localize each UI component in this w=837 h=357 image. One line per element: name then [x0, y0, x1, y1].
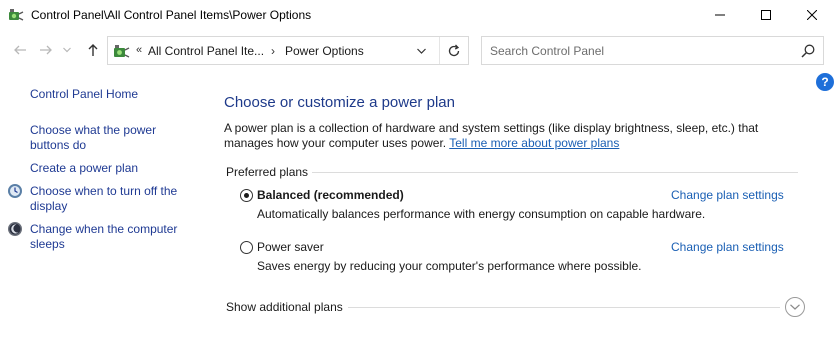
forward-button[interactable]	[37, 42, 55, 58]
refresh-icon	[448, 44, 460, 57]
forward-arrow-icon	[40, 45, 52, 55]
maximize-icon	[761, 10, 771, 20]
change-plan-settings-link[interactable]: Change plan settings	[671, 240, 784, 254]
display-off-link[interactable]: Choose when to turn off the display	[30, 184, 195, 214]
balanced-radio[interactable]	[240, 189, 253, 202]
address-bar[interactable]: « All Control Panel Ite... › Power Optio…	[107, 36, 469, 65]
breadcrumb-power-options[interactable]: Power Options	[285, 44, 364, 58]
minimize-button[interactable]	[697, 0, 743, 30]
close-icon	[807, 10, 817, 20]
plan-description: Automatically balances performance with …	[257, 207, 706, 221]
change-plan-settings-link[interactable]: Change plan settings	[671, 188, 784, 202]
power-saver-radio[interactable]	[240, 241, 253, 254]
search-input[interactable]	[490, 43, 790, 59]
refresh-button[interactable]	[445, 42, 463, 60]
control-panel-icon	[114, 45, 130, 58]
page-description: A power plan is a collection of hardware…	[224, 121, 794, 151]
back-arrow-icon	[14, 45, 26, 55]
monitor-clock-icon	[8, 184, 22, 198]
plan-name[interactable]: Balanced (recommended)	[257, 188, 404, 202]
back-button[interactable]	[11, 42, 29, 58]
navigation-bar: « All Control Panel Ite... › Power Optio…	[0, 34, 837, 66]
breadcrumb-separator[interactable]: ›	[271, 44, 275, 58]
title-bar: Control Panel\All Control Panel Items\Po…	[0, 0, 837, 30]
chevron-down-icon	[63, 47, 71, 53]
preferred-plans-divider	[312, 172, 798, 173]
preferred-plans-label: Preferred plans	[226, 165, 309, 179]
chevron-down-icon	[790, 304, 800, 310]
control-panel-home-link[interactable]: Control Panel Home	[30, 87, 195, 102]
plan-description: Saves energy by reducing your computer's…	[257, 259, 642, 273]
additional-plans-divider	[348, 307, 780, 308]
plan-name[interactable]: Power saver	[257, 240, 324, 254]
address-dropdown-button[interactable]	[414, 44, 428, 58]
up-arrow-icon	[88, 44, 98, 56]
power-options-icon	[9, 9, 24, 21]
computer-sleeps-link[interactable]: Change when the computer sleeps	[30, 222, 195, 252]
show-additional-plans-label[interactable]: Show additional plans	[226, 300, 343, 314]
additional-plans-section: Show additional plans	[226, 297, 806, 320]
minimize-icon	[715, 14, 725, 16]
recent-locations-button[interactable]	[61, 42, 73, 58]
create-power-plan-link[interactable]: Create a power plan	[30, 161, 195, 176]
expand-additional-plans-button[interactable]	[785, 297, 805, 317]
chevron-down-icon	[416, 48, 426, 54]
moon-sleep-icon	[8, 222, 22, 236]
close-button[interactable]	[789, 0, 835, 30]
breadcrumb-all-items[interactable]: All Control Panel Ite...	[148, 44, 264, 58]
search-icon[interactable]	[800, 43, 816, 59]
up-button[interactable]	[84, 42, 102, 58]
address-divider	[439, 37, 440, 64]
power-buttons-link[interactable]: Choose what the power buttons do	[30, 123, 195, 153]
maximize-button[interactable]	[743, 0, 789, 30]
search-box[interactable]	[481, 36, 824, 65]
learn-more-link[interactable]: Tell me more about power plans	[449, 136, 619, 150]
overflow-chevrons[interactable]: «	[136, 44, 142, 56]
help-button[interactable]: ?	[816, 73, 834, 91]
window-title: Control Panel\All Control Panel Items\Po…	[31, 8, 312, 22]
page-title: Choose or customize a power plan	[224, 94, 455, 111]
